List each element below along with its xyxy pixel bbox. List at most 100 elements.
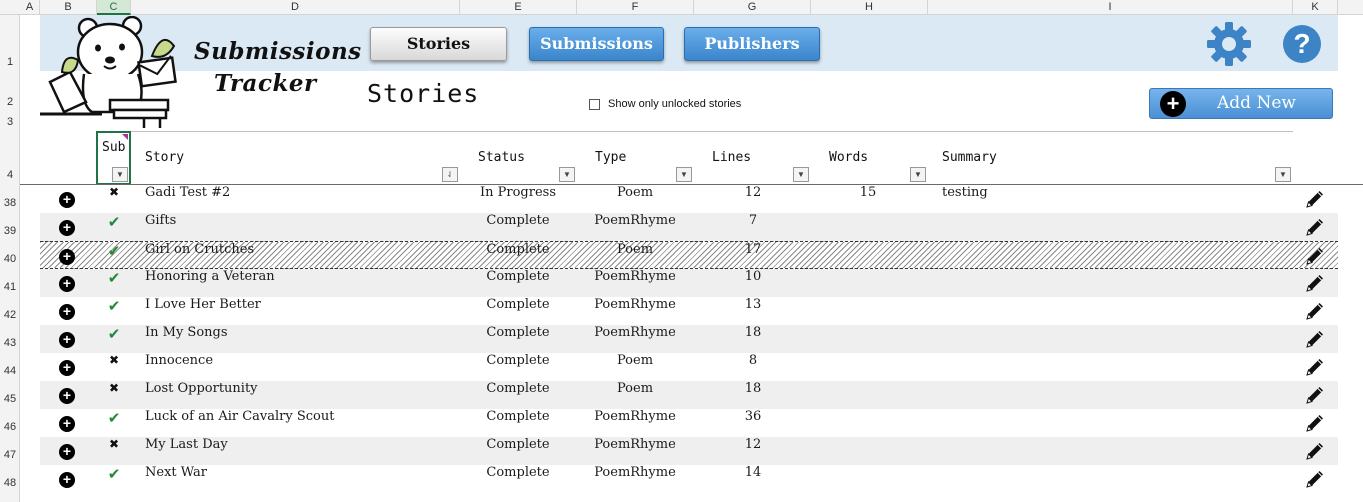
story-title: Lost Opportunity [145,381,258,396]
column-header-bar: A B C D E F G H I K [0,0,1363,15]
row-header-41[interactable]: 41 [0,281,20,295]
story-title: In My Songs [145,325,228,340]
pencil-icon[interactable] [1304,440,1326,462]
row-header-4[interactable]: 4 [0,169,20,183]
pencil-icon[interactable] [1304,300,1326,322]
row-header-47[interactable]: 47 [0,449,20,463]
table-row[interactable]: + ✔ Gifts Complete PoemRhyme 7 [40,213,1338,241]
row-header-48[interactable]: 48 [0,477,20,491]
story-lines: 14 [744,465,762,480]
story-type: PoemRhyme [594,409,676,424]
story-status: Complete [486,353,550,368]
pencil-icon[interactable] [1304,272,1326,294]
add-submission-icon[interactable]: + [59,472,75,488]
column-header-h[interactable]: H [811,0,928,15]
story-title: Gadi Test #2 [145,185,231,200]
table-row[interactable]: + ✔ In My Songs Complete PoemRhyme 18 [40,325,1338,353]
row-header-42[interactable]: 42 [0,309,20,323]
story-lines: 18 [744,381,762,396]
brand-title-line2: Tracker [214,70,317,97]
check-icon: ✔ [107,242,121,260]
row-header-1[interactable]: 1 [0,56,20,70]
table-row[interactable]: + ✔ I Love Her Better Complete PoemRhyme 13 [40,297,1338,325]
story-status: Complete [486,242,550,257]
row-header-39[interactable]: 39 [0,225,20,239]
column-header-f[interactable]: F [577,0,694,15]
nav-stories-button[interactable]: Stories [370,27,507,61]
filter-sub-button[interactable]: ▼ [112,167,128,182]
sort-story-button[interactable]: ⇃ [442,167,458,182]
add-submission-icon[interactable]: + [59,304,75,320]
story-type: Poem [616,242,654,257]
row-header-2[interactable]: 2 [0,96,20,110]
column-header-i[interactable]: I [928,0,1293,15]
column-header-g[interactable]: G [694,0,811,15]
story-words [820,297,916,325]
pencil-icon[interactable] [1304,412,1326,434]
filter-status-button[interactable]: ▼ [559,167,575,182]
column-header-a[interactable]: A [20,0,40,15]
row-header-46[interactable]: 46 [0,421,20,435]
check-icon: ✔ [107,269,121,287]
add-submission-icon[interactable]: + [59,444,75,460]
row-header-3[interactable]: 3 [0,116,20,130]
table-row[interactable]: + ✖ My Last Day Complete PoemRhyme 12 [40,437,1338,465]
header-words: Words [829,150,869,165]
story-status: Complete [486,381,550,396]
gear-icon[interactable] [1207,22,1251,66]
table-row[interactable]: + ✔ Luck of an Air Cavalry Scout Complete Po… [40,409,1338,437]
story-lines: 13 [744,297,762,312]
story-type: PoemRhyme [594,465,676,480]
pencil-icon[interactable] [1304,216,1326,238]
pencil-icon[interactable] [1304,356,1326,378]
row-header-44[interactable]: 44 [0,365,20,379]
add-new-button[interactable]: + Add New [1149,88,1333,119]
pencil-icon[interactable] [1304,245,1326,267]
story-lines: 7 [748,213,758,228]
table-row[interactable]: + ✖ Lost Opportunity Complete Poem 18 [40,381,1338,409]
filter-lines-button[interactable]: ▼ [793,167,809,182]
check-icon: ✔ [107,465,121,483]
table-row[interactable]: + ✔ Honoring a Veteran Complete PoemRhyme 10 [40,269,1338,297]
add-submission-icon[interactable]: + [59,360,75,376]
table-row[interactable]: + ✔ Girl on Crutches Complete Poem 17 [40,241,1338,269]
table-row[interactable]: + ✖ Innocence Complete Poem 8 [40,353,1338,381]
filter-words-button[interactable]: ▼ [910,167,926,182]
header-status: Status [478,150,525,165]
pencil-icon[interactable] [1304,468,1326,490]
pencil-icon[interactable] [1304,384,1326,406]
column-header-e[interactable]: E [460,0,577,15]
nav-publishers-button[interactable]: Publishers [684,27,820,61]
unlocked-checkbox[interactable] [589,98,600,110]
add-submission-icon[interactable]: + [59,192,75,208]
table-row[interactable]: + ✖ Gadi Test #2 In Progress Poem 12 15 testing [40,185,1338,213]
add-submission-icon[interactable]: + [59,332,75,348]
filter-summary-button[interactable]: ▼ [1275,167,1291,182]
story-lines: 17 [744,242,762,257]
help-icon[interactable]: ? [1283,25,1321,63]
add-submission-icon[interactable]: + [59,276,75,292]
add-submission-icon[interactable]: + [59,388,75,404]
nav-submissions-button[interactable]: Submissions [529,27,664,61]
add-new-label: Add New [1217,93,1296,113]
row-header-38[interactable]: 38 [0,197,20,211]
add-submission-icon[interactable]: + [59,249,75,265]
story-type: PoemRhyme [594,297,676,312]
pencil-icon[interactable] [1304,328,1326,350]
row-header-45[interactable]: 45 [0,393,20,407]
row-header-40[interactable]: 40 [0,253,20,267]
add-submission-icon[interactable]: + [59,416,75,432]
story-status: Complete [486,297,550,312]
column-header-c[interactable]: C [97,0,131,15]
column-header-k[interactable]: K [1293,0,1338,15]
story-lines: 8 [748,353,758,368]
filter-type-button[interactable]: ▼ [676,167,692,182]
cross-icon: ✖ [108,381,120,395]
pencil-icon[interactable] [1304,188,1326,210]
header-lines: Lines [712,150,752,165]
table-row[interactable]: + ✔ Next War Complete PoemRhyme 14 [40,465,1338,493]
column-header-b[interactable]: B [40,0,97,15]
add-submission-icon[interactable]: + [59,220,75,236]
column-header-d[interactable]: D [131,0,460,15]
row-header-43[interactable]: 43 [0,337,20,351]
